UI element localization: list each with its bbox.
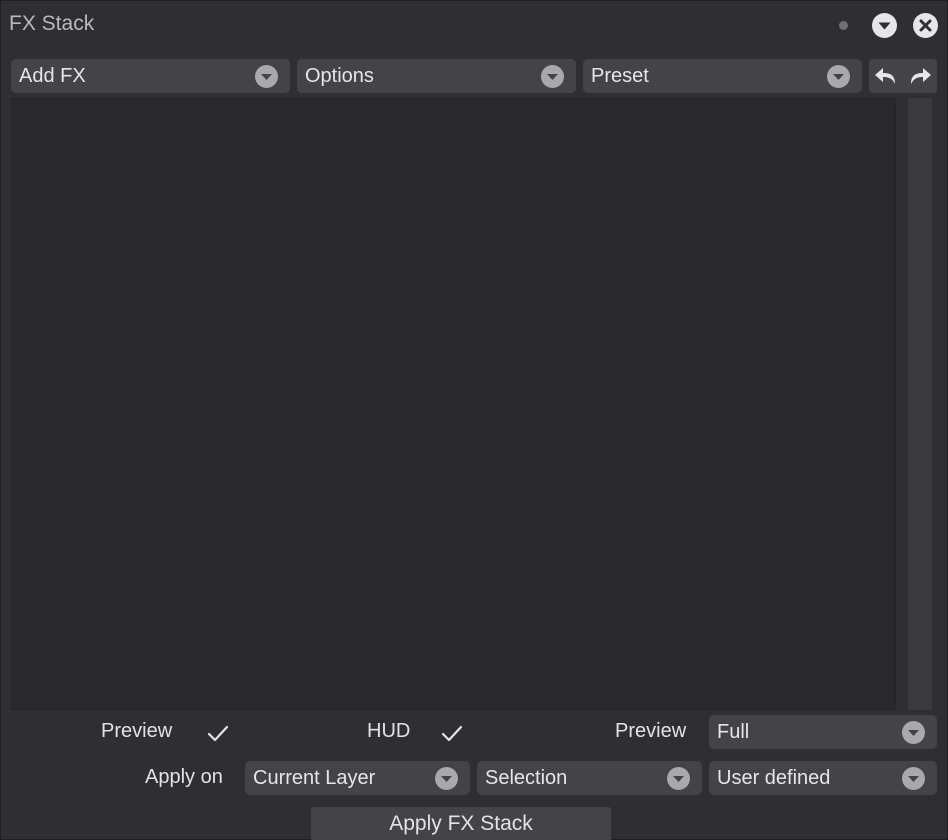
- apply-on-dropdown[interactable]: Current Layer: [245, 761, 470, 795]
- apply-on-value: Current Layer: [253, 767, 376, 789]
- preview-mode-value: Full: [717, 721, 750, 743]
- preview-mode-label: Preview: [615, 720, 687, 742]
- preview-label: Preview: [101, 720, 173, 742]
- selection-dropdown[interactable]: Selection: [477, 761, 702, 795]
- preview-checkbox[interactable]: [205, 721, 231, 745]
- chevron-down-icon: [902, 721, 925, 744]
- apply-on-label: Apply on: [145, 766, 223, 788]
- chevron-down-icon: [435, 767, 458, 790]
- redo-icon[interactable]: [904, 62, 934, 90]
- hud-label: HUD: [367, 720, 411, 742]
- chevron-down-icon: [541, 65, 564, 88]
- hud-checkbox[interactable]: [439, 721, 465, 745]
- preset-label: Preset: [591, 65, 649, 87]
- chevron-down-icon: [255, 65, 278, 88]
- options-dropdown[interactable]: Options: [297, 59, 576, 93]
- preset-dropdown[interactable]: Preset: [583, 59, 862, 93]
- chevron-down-icon: [827, 65, 850, 88]
- preview-mode-dropdown[interactable]: Full: [709, 715, 937, 749]
- user-defined-dropdown[interactable]: User defined: [709, 761, 937, 795]
- apply-fx-stack-button[interactable]: Apply FX Stack: [311, 807, 611, 840]
- window-title: FX Stack: [9, 12, 95, 35]
- checkmark-icon: [207, 725, 229, 742]
- fx-stack-list[interactable]: [11, 98, 896, 710]
- selection-value: Selection: [485, 767, 568, 789]
- undo-icon[interactable]: [872, 62, 902, 90]
- window-close-icon[interactable]: [913, 13, 938, 38]
- title-bar: FX Stack: [1, 1, 947, 49]
- undo-redo-group: [869, 59, 937, 93]
- options-label: Options: [305, 65, 374, 87]
- chevron-down-icon: [667, 767, 690, 790]
- status-dot: [839, 21, 848, 30]
- fx-stack-window: FX Stack Add FX Options Preset Preview H…: [0, 0, 948, 840]
- window-menu-icon[interactable]: [872, 13, 897, 38]
- user-defined-value: User defined: [717, 767, 831, 789]
- checkmark-icon: [441, 725, 463, 742]
- add-fx-label: Add FX: [19, 65, 86, 87]
- add-fx-dropdown[interactable]: Add FX: [11, 59, 290, 93]
- chevron-down-icon: [902, 767, 925, 790]
- fx-stack-scrollbar[interactable]: [908, 98, 932, 710]
